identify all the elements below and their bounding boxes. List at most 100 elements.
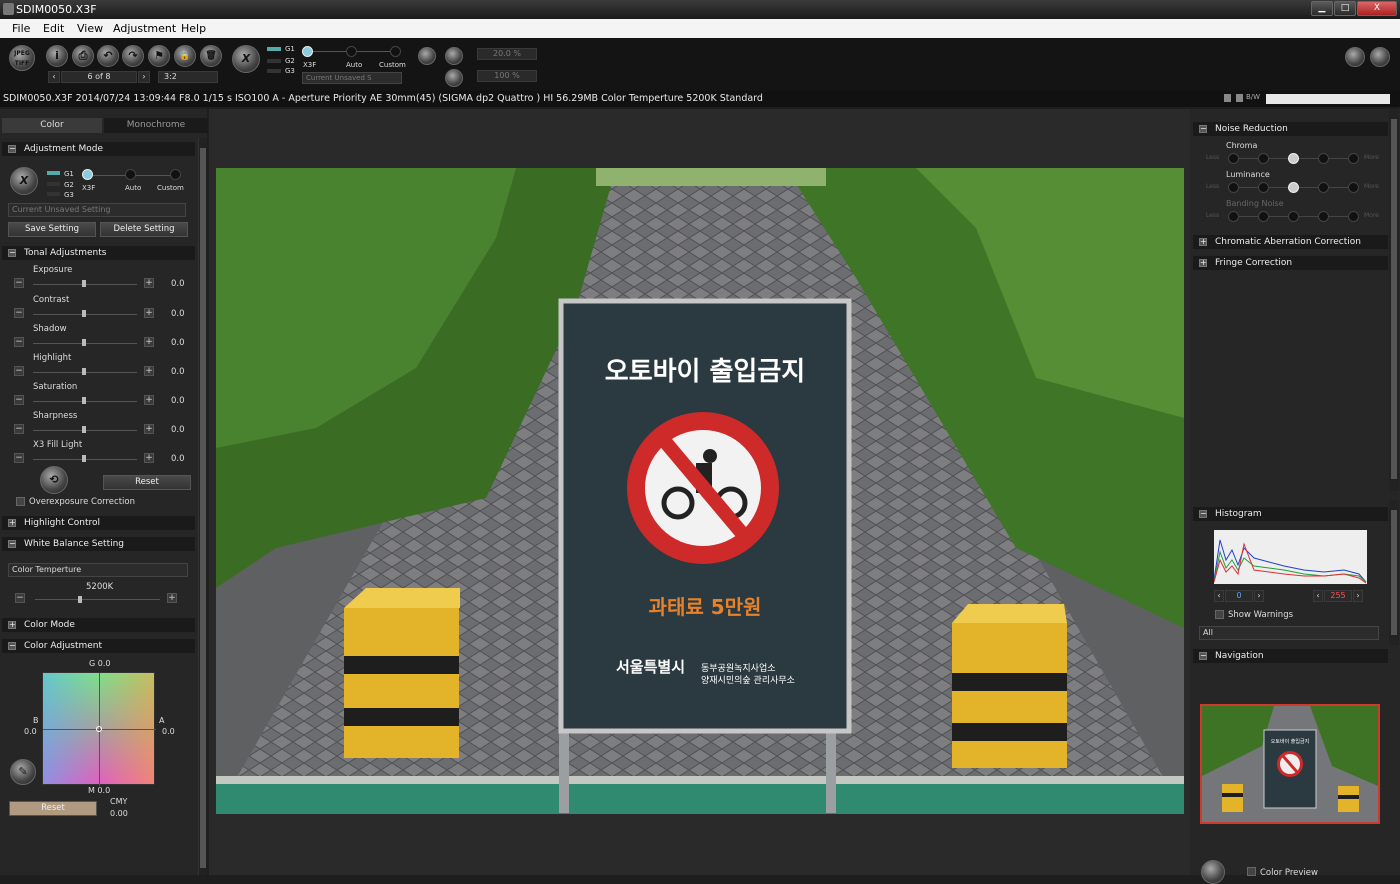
hist-max-left[interactable]: ‹ xyxy=(1313,590,1323,602)
trash-icon[interactable]: 🗑 xyxy=(200,45,222,67)
expand-icon[interactable]: + xyxy=(1199,238,1207,246)
slider-minus-button[interactable]: − xyxy=(14,453,24,463)
jpeg-tiff-export-button[interactable]: JPEG TIFF xyxy=(9,45,35,71)
color-adjustment-header[interactable]: − Color Adjustment xyxy=(2,639,195,653)
slider-plus-button[interactable]: + xyxy=(144,424,154,434)
color-reset-button[interactable]: Reset xyxy=(9,801,97,816)
lock-icon[interactable]: 🔒 xyxy=(174,45,196,67)
slider-plus-button[interactable]: + xyxy=(144,308,154,318)
navigation-header[interactable]: − Navigation xyxy=(1193,649,1388,663)
show-warnings-checkbox[interactable] xyxy=(1215,610,1224,619)
view-mode-icon[interactable] xyxy=(1345,47,1365,67)
close-button[interactable]: X xyxy=(1357,1,1397,16)
slider-plus-button[interactable]: + xyxy=(144,278,154,288)
nr-level-dot[interactable] xyxy=(1318,211,1329,222)
wb-dropdown[interactable]: Color Temperture xyxy=(8,563,188,577)
right-scrollbar-2[interactable] xyxy=(1389,500,1399,645)
mode-auto-dot[interactable] xyxy=(125,169,136,180)
minimize-button[interactable]: ▁ xyxy=(1311,1,1333,16)
collapse-icon[interactable]: − xyxy=(8,540,16,548)
menu-view[interactable]: View xyxy=(77,22,103,35)
zoom-icon[interactable] xyxy=(445,69,463,87)
eyedropper-icon[interactable]: ⟲ xyxy=(40,466,68,494)
flag-icon[interactable]: ⚑ xyxy=(148,45,170,67)
mode-auto-dot[interactable] xyxy=(346,46,357,57)
menu-adjustment[interactable]: Adjustment xyxy=(113,22,176,35)
slider-minus-button[interactable]: − xyxy=(14,308,24,318)
save-setting-button[interactable]: Save Setting xyxy=(8,222,96,237)
nr-level-dot[interactable] xyxy=(1288,182,1299,193)
wb-plus-button[interactable]: + xyxy=(167,593,177,603)
adjustment-mode-header[interactable]: − Adjustment Mode xyxy=(2,142,195,156)
menu-file[interactable]: File xyxy=(12,22,30,35)
collapse-icon[interactable]: − xyxy=(1199,125,1207,133)
eyedropper-icon[interactable]: ✎ xyxy=(10,759,36,785)
navigation-thumbnail[interactable]: 오토바이 출입금지 xyxy=(1200,704,1380,824)
preview-toggle-icon[interactable] xyxy=(1201,860,1225,884)
slider-minus-button[interactable]: − xyxy=(14,337,24,347)
histogram-header[interactable]: − Histogram xyxy=(1193,507,1388,521)
left-scrollbar[interactable] xyxy=(198,138,207,875)
next-image-button[interactable]: › xyxy=(138,71,150,83)
print-icon[interactable]: ⎙ xyxy=(72,45,94,67)
slider-thumb[interactable] xyxy=(82,280,86,287)
collapse-icon[interactable]: − xyxy=(1199,510,1207,518)
collapse-icon[interactable]: − xyxy=(8,249,16,257)
slider-plus-button[interactable]: + xyxy=(144,366,154,376)
nr-level-dot[interactable] xyxy=(1228,182,1239,193)
highlight-control-header[interactable]: + Highlight Control xyxy=(2,516,195,530)
slider-minus-button[interactable]: − xyxy=(14,424,24,434)
expand-icon[interactable]: + xyxy=(1199,259,1207,267)
setting-dropdown[interactable]: Current Unsaved Setting xyxy=(8,203,186,217)
wb-slider-thumb[interactable] xyxy=(78,596,82,603)
rotate-right-icon[interactable]: ↷ xyxy=(122,45,144,67)
nr-level-dot[interactable] xyxy=(1258,211,1269,222)
grid-view-icon[interactable] xyxy=(1370,47,1390,67)
nr-level-dot[interactable] xyxy=(1318,182,1329,193)
slider-minus-button[interactable]: − xyxy=(14,366,24,376)
zoom-field-1[interactable]: 20.0 % xyxy=(477,48,537,60)
nr-level-dot[interactable] xyxy=(1348,211,1359,222)
slider-minus-button[interactable]: − xyxy=(14,278,24,288)
maximize-button[interactable]: □ xyxy=(1334,1,1356,16)
loupe-icon[interactable] xyxy=(445,47,463,65)
collapse-icon[interactable]: − xyxy=(1199,652,1207,660)
hist-min-value[interactable]: 0 xyxy=(1225,590,1253,602)
hist-max-value[interactable]: 255 xyxy=(1324,590,1352,602)
nr-level-dot[interactable] xyxy=(1228,211,1239,222)
hist-max-right[interactable]: › xyxy=(1353,590,1363,602)
slider-minus-button[interactable]: − xyxy=(14,395,24,405)
fit-icon[interactable] xyxy=(418,47,436,65)
noise-reduction-header[interactable]: − Noise Reduction xyxy=(1193,122,1388,136)
slider-plus-button[interactable]: + xyxy=(144,453,154,463)
mode-x3f-dot[interactable] xyxy=(82,169,93,180)
expand-icon[interactable]: + xyxy=(8,621,16,629)
nr-level-dot[interactable] xyxy=(1348,182,1359,193)
slider-thumb[interactable] xyxy=(82,368,86,375)
color-mode-header[interactable]: + Color Mode xyxy=(2,618,195,632)
chromatic-aberration-header[interactable]: + Chromatic Aberration Correction xyxy=(1193,235,1388,249)
delete-setting-button[interactable]: Delete Setting xyxy=(100,222,188,237)
prev-image-button[interactable]: ‹ xyxy=(48,71,60,83)
menu-edit[interactable]: Edit xyxy=(43,22,64,35)
slider-thumb[interactable] xyxy=(82,310,86,317)
expand-icon[interactable]: + xyxy=(8,519,16,527)
nr-level-dot[interactable] xyxy=(1288,211,1299,222)
info-button[interactable]: i xyxy=(46,45,68,67)
channel-dropdown[interactable]: All xyxy=(1199,626,1379,640)
mode-custom-dot[interactable] xyxy=(390,46,401,57)
slider-plus-button[interactable]: + xyxy=(144,395,154,405)
tab-monochrome[interactable]: Monochrome xyxy=(104,118,208,133)
zoom-field-2[interactable]: 100 % xyxy=(477,70,537,82)
collapse-icon[interactable]: − xyxy=(8,642,16,650)
main-photo[interactable]: 오토바이 출입금지 과태료 5만원 서울특별시 동부공원녹지사업소 양재시민의숲… xyxy=(216,168,1184,814)
mode-x3f-dot[interactable] xyxy=(302,46,313,57)
nr-level-dot[interactable] xyxy=(1348,153,1359,164)
white-balance-header[interactable]: − White Balance Setting xyxy=(2,537,195,551)
color-adjustment-grid[interactable] xyxy=(42,672,156,786)
slider-thumb[interactable] xyxy=(82,339,86,346)
preset-dropdown[interactable]: Current Unsaved S xyxy=(302,72,402,84)
wb-minus-button[interactable]: − xyxy=(15,593,25,603)
slider-thumb[interactable] xyxy=(82,397,86,404)
slider-thumb[interactable] xyxy=(82,455,86,462)
